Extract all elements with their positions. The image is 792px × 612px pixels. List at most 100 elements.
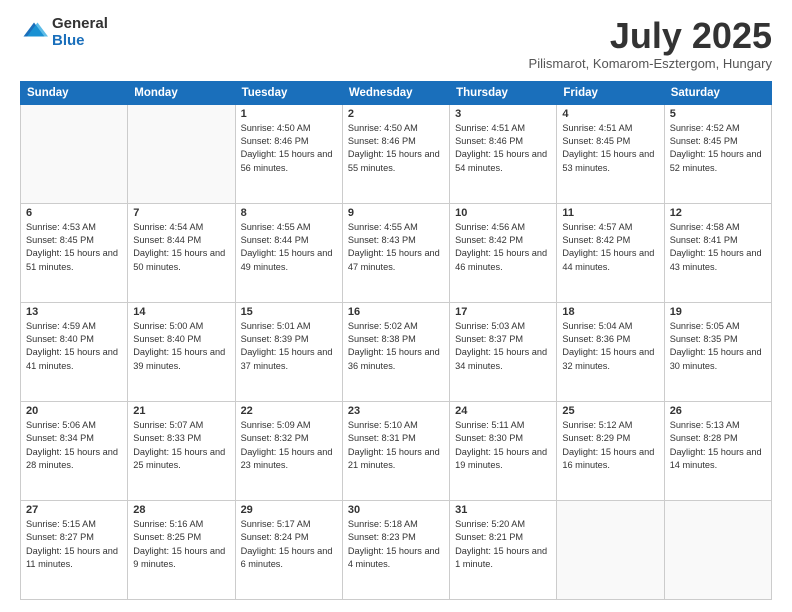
day-sunrise: Sunrise: 5:17 AMSunset: 8:24 PMDaylight:…: [241, 519, 333, 569]
day-number: 15: [241, 306, 337, 318]
day-sunrise: Sunrise: 5:06 AMSunset: 8:34 PMDaylight:…: [26, 420, 118, 470]
day-number: 21: [133, 405, 229, 417]
day-sunrise: Sunrise: 4:52 AMSunset: 8:45 PMDaylight:…: [670, 123, 762, 173]
calendar-cell-w1-d2: 1 Sunrise: 4:50 AMSunset: 8:46 PMDayligh…: [235, 104, 342, 203]
day-number: 29: [241, 504, 337, 516]
day-number: 6: [26, 207, 122, 219]
col-sunday: Sunday: [21, 81, 128, 104]
day-number: 8: [241, 207, 337, 219]
calendar-cell-w3-d6: 19 Sunrise: 5:05 AMSunset: 8:35 PMDaylig…: [664, 302, 771, 401]
day-sunrise: Sunrise: 5:11 AMSunset: 8:30 PMDaylight:…: [455, 420, 547, 470]
day-sunrise: Sunrise: 5:00 AMSunset: 8:40 PMDaylight:…: [133, 321, 225, 371]
calendar-cell-w5-d6: [664, 500, 771, 599]
calendar-cell-w3-d0: 13 Sunrise: 4:59 AMSunset: 8:40 PMDaylig…: [21, 302, 128, 401]
title-area: July 2025 Pilismarot, Komarom-Esztergom,…: [529, 16, 772, 71]
day-sunrise: Sunrise: 4:56 AMSunset: 8:42 PMDaylight:…: [455, 222, 547, 272]
main-title: July 2025: [529, 16, 772, 56]
calendar-cell-w1-d1: [128, 104, 235, 203]
day-sunrise: Sunrise: 5:18 AMSunset: 8:23 PMDaylight:…: [348, 519, 440, 569]
calendar-cell-w5-d1: 28 Sunrise: 5:16 AMSunset: 8:25 PMDaylig…: [128, 500, 235, 599]
calendar-cell-w4-d6: 26 Sunrise: 5:13 AMSunset: 8:28 PMDaylig…: [664, 401, 771, 500]
calendar-cell-w4-d2: 22 Sunrise: 5:09 AMSunset: 8:32 PMDaylig…: [235, 401, 342, 500]
day-sunrise: Sunrise: 5:02 AMSunset: 8:38 PMDaylight:…: [348, 321, 440, 371]
day-sunrise: Sunrise: 5:03 AMSunset: 8:37 PMDaylight:…: [455, 321, 547, 371]
calendar-cell-w4-d0: 20 Sunrise: 5:06 AMSunset: 8:34 PMDaylig…: [21, 401, 128, 500]
day-sunrise: Sunrise: 5:20 AMSunset: 8:21 PMDaylight:…: [455, 519, 547, 569]
calendar-cell-w1-d4: 3 Sunrise: 4:51 AMSunset: 8:46 PMDayligh…: [450, 104, 557, 203]
day-number: 4: [562, 108, 658, 120]
day-number: 12: [670, 207, 766, 219]
day-number: 26: [670, 405, 766, 417]
day-sunrise: Sunrise: 5:01 AMSunset: 8:39 PMDaylight:…: [241, 321, 333, 371]
logo-text: General Blue: [52, 16, 108, 49]
calendar-cell-w2-d5: 11 Sunrise: 4:57 AMSunset: 8:42 PMDaylig…: [557, 203, 664, 302]
calendar-cell-w3-d4: 17 Sunrise: 5:03 AMSunset: 8:37 PMDaylig…: [450, 302, 557, 401]
col-thursday: Thursday: [450, 81, 557, 104]
day-sunrise: Sunrise: 5:05 AMSunset: 8:35 PMDaylight:…: [670, 321, 762, 371]
day-sunrise: Sunrise: 4:53 AMSunset: 8:45 PMDaylight:…: [26, 222, 118, 272]
day-number: 30: [348, 504, 444, 516]
calendar-cell-w2-d6: 12 Sunrise: 4:58 AMSunset: 8:41 PMDaylig…: [664, 203, 771, 302]
col-friday: Friday: [557, 81, 664, 104]
day-number: 24: [455, 405, 551, 417]
day-sunrise: Sunrise: 4:57 AMSunset: 8:42 PMDaylight:…: [562, 222, 654, 272]
day-number: 18: [562, 306, 658, 318]
week-row-1: 1 Sunrise: 4:50 AMSunset: 8:46 PMDayligh…: [21, 104, 772, 203]
calendar-cell-w3-d2: 15 Sunrise: 5:01 AMSunset: 8:39 PMDaylig…: [235, 302, 342, 401]
day-sunrise: Sunrise: 4:58 AMSunset: 8:41 PMDaylight:…: [670, 222, 762, 272]
calendar-cell-w1-d6: 5 Sunrise: 4:52 AMSunset: 8:45 PMDayligh…: [664, 104, 771, 203]
day-number: 14: [133, 306, 229, 318]
day-number: 11: [562, 207, 658, 219]
calendar-cell-w2-d2: 8 Sunrise: 4:55 AMSunset: 8:44 PMDayligh…: [235, 203, 342, 302]
calendar-cell-w3-d1: 14 Sunrise: 5:00 AMSunset: 8:40 PMDaylig…: [128, 302, 235, 401]
day-number: 27: [26, 504, 122, 516]
calendar: Sunday Monday Tuesday Wednesday Thursday…: [20, 81, 772, 600]
day-number: 13: [26, 306, 122, 318]
calendar-cell-w1-d0: [21, 104, 128, 203]
calendar-cell-w3-d3: 16 Sunrise: 5:02 AMSunset: 8:38 PMDaylig…: [342, 302, 449, 401]
col-tuesday: Tuesday: [235, 81, 342, 104]
calendar-cell-w1-d3: 2 Sunrise: 4:50 AMSunset: 8:46 PMDayligh…: [342, 104, 449, 203]
calendar-cell-w4-d3: 23 Sunrise: 5:10 AMSunset: 8:31 PMDaylig…: [342, 401, 449, 500]
logo-icon: [20, 19, 48, 47]
calendar-cell-w3-d5: 18 Sunrise: 5:04 AMSunset: 8:36 PMDaylig…: [557, 302, 664, 401]
week-row-3: 13 Sunrise: 4:59 AMSunset: 8:40 PMDaylig…: [21, 302, 772, 401]
calendar-cell-w5-d4: 31 Sunrise: 5:20 AMSunset: 8:21 PMDaylig…: [450, 500, 557, 599]
day-sunrise: Sunrise: 5:07 AMSunset: 8:33 PMDaylight:…: [133, 420, 225, 470]
day-number: 31: [455, 504, 551, 516]
logo: General Blue: [20, 16, 108, 49]
day-sunrise: Sunrise: 4:50 AMSunset: 8:46 PMDaylight:…: [348, 123, 440, 173]
day-number: 16: [348, 306, 444, 318]
logo-blue: Blue: [52, 33, 108, 50]
weekday-header-row: Sunday Monday Tuesday Wednesday Thursday…: [21, 81, 772, 104]
calendar-cell-w2-d1: 7 Sunrise: 4:54 AMSunset: 8:44 PMDayligh…: [128, 203, 235, 302]
calendar-cell-w4-d5: 25 Sunrise: 5:12 AMSunset: 8:29 PMDaylig…: [557, 401, 664, 500]
col-saturday: Saturday: [664, 81, 771, 104]
day-number: 3: [455, 108, 551, 120]
day-sunrise: Sunrise: 4:55 AMSunset: 8:44 PMDaylight:…: [241, 222, 333, 272]
day-number: 25: [562, 405, 658, 417]
day-sunrise: Sunrise: 5:10 AMSunset: 8:31 PMDaylight:…: [348, 420, 440, 470]
day-sunrise: Sunrise: 5:13 AMSunset: 8:28 PMDaylight:…: [670, 420, 762, 470]
day-number: 17: [455, 306, 551, 318]
calendar-cell-w5-d2: 29 Sunrise: 5:17 AMSunset: 8:24 PMDaylig…: [235, 500, 342, 599]
logo-general: General: [52, 16, 108, 33]
day-number: 9: [348, 207, 444, 219]
calendar-cell-w2-d0: 6 Sunrise: 4:53 AMSunset: 8:45 PMDayligh…: [21, 203, 128, 302]
day-number: 7: [133, 207, 229, 219]
day-sunrise: Sunrise: 4:59 AMSunset: 8:40 PMDaylight:…: [26, 321, 118, 371]
day-sunrise: Sunrise: 4:54 AMSunset: 8:44 PMDaylight:…: [133, 222, 225, 272]
week-row-4: 20 Sunrise: 5:06 AMSunset: 8:34 PMDaylig…: [21, 401, 772, 500]
day-number: 19: [670, 306, 766, 318]
subtitle: Pilismarot, Komarom-Esztergom, Hungary: [529, 56, 772, 71]
day-number: 10: [455, 207, 551, 219]
calendar-cell-w5-d0: 27 Sunrise: 5:15 AMSunset: 8:27 PMDaylig…: [21, 500, 128, 599]
day-sunrise: Sunrise: 5:16 AMSunset: 8:25 PMDaylight:…: [133, 519, 225, 569]
day-sunrise: Sunrise: 4:51 AMSunset: 8:45 PMDaylight:…: [562, 123, 654, 173]
header: General Blue July 2025 Pilismarot, Komar…: [20, 16, 772, 71]
week-row-2: 6 Sunrise: 4:53 AMSunset: 8:45 PMDayligh…: [21, 203, 772, 302]
col-wednesday: Wednesday: [342, 81, 449, 104]
day-sunrise: Sunrise: 5:15 AMSunset: 8:27 PMDaylight:…: [26, 519, 118, 569]
week-row-5: 27 Sunrise: 5:15 AMSunset: 8:27 PMDaylig…: [21, 500, 772, 599]
page: General Blue July 2025 Pilismarot, Komar…: [0, 0, 792, 612]
